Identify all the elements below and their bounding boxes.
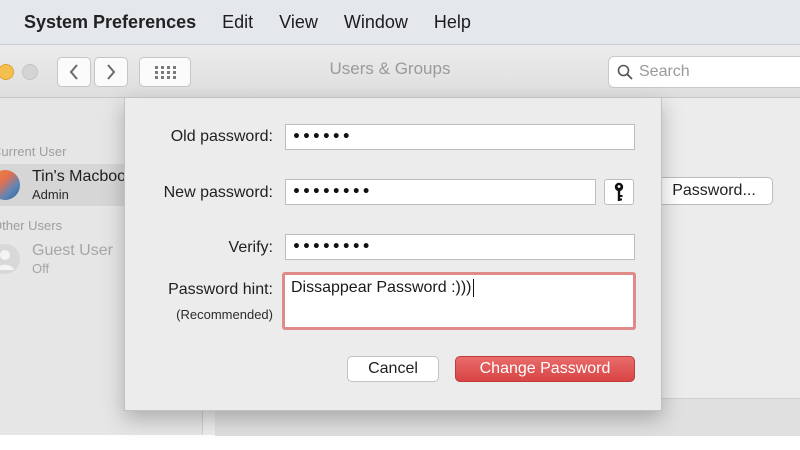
password-hint-text: Dissappear Password :))) [291,279,472,297]
verify-label: Verify: [228,239,273,256]
change-password-button[interactable]: Password... [655,177,773,205]
title-bar: Users & Groups Search [0,45,800,98]
chevron-left-icon [69,64,78,80]
show-all-button[interactable] [139,57,191,87]
menu-view[interactable]: View [279,12,318,33]
user-name: Guest User [32,242,113,259]
forward-button[interactable] [94,57,128,87]
text-caret [472,279,474,297]
avatar [0,170,20,200]
new-password-label: New password: [163,184,273,201]
cancel-button[interactable]: Cancel [347,356,439,382]
old-password-label: Old password: [170,128,273,145]
menu-window[interactable]: Window [344,12,408,33]
menu-bar: System Preferences Edit View Window Help [0,0,800,45]
user-role: Admin [32,187,69,202]
new-password-field[interactable]: •••••••• [285,179,596,205]
user-role: Off [32,261,50,276]
menu-edit[interactable]: Edit [222,12,253,33]
old-password-field[interactable]: •••••• [285,124,635,150]
password-hint-label: Password hint: [168,281,273,298]
password-hint-field[interactable]: Dissappear Password :))) [282,272,636,330]
menu-help[interactable]: Help [434,12,471,33]
user-name: Tin's Macbook [32,168,135,185]
other-users-header: Other Users [0,218,63,233]
change-password-confirm-button[interactable]: Change Password [455,356,635,382]
search-placeholder: Search [639,63,690,80]
window-title: Users & Groups [329,59,451,78]
search-field[interactable]: Search [608,56,800,88]
minimize-button[interactable] [0,64,14,80]
password-hint-sublabel: (Recommended) [176,307,273,322]
guest-avatar-icon [0,244,20,274]
chevron-right-icon [107,64,116,80]
verify-field[interactable]: •••••••• [285,234,635,260]
change-password-dialog: Old password: •••••• New password: •••••… [124,97,662,411]
back-button[interactable] [57,57,91,87]
zoom-button[interactable] [22,64,38,80]
search-icon [617,64,633,80]
current-user-header: Current User [0,144,67,159]
password-assistant-button[interactable] [604,179,634,205]
key-icon [614,182,624,201]
menu-app-name[interactable]: System Preferences [24,12,196,33]
grid-icon [155,66,176,79]
